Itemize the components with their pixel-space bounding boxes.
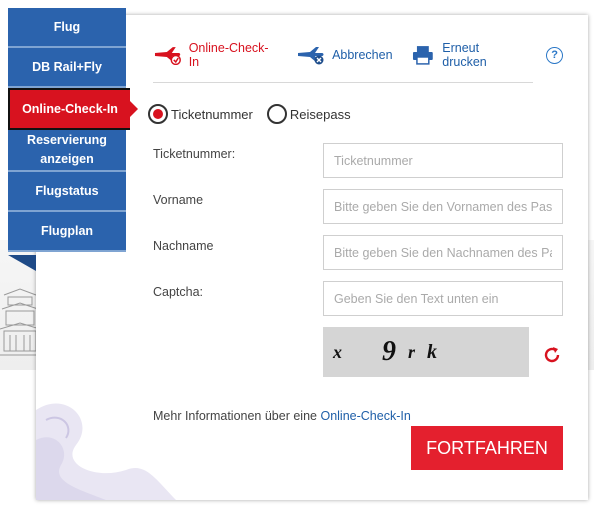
sidebar-item-db-rail-fly[interactable]: DB Rail+Fly: [8, 48, 126, 88]
radio-passport-label: Reisepass: [289, 106, 351, 122]
pagoda-illustration: [0, 288, 40, 356]
sidebar-item-online-checkin[interactable]: Online-Check-In: [8, 88, 138, 130]
ticketnumber-label: Ticketnummer:: [153, 147, 236, 161]
radio-ticketnumber-label: Ticketnummer: [171, 106, 253, 122]
continue-button[interactable]: FORTFAHREN: [411, 426, 563, 470]
radio-ticketnumber[interactable]: Ticketnummer: [148, 104, 253, 124]
sidebar: Flug DB Rail+Fly Online-Check-In Reservi…: [8, 8, 138, 252]
radio-unselected-indicator: [266, 104, 287, 124]
more-info-text: Mehr Informationen über eine Online-Chec…: [153, 409, 411, 423]
more-info-link[interactable]: Online-Check-In: [320, 409, 410, 423]
lastname-input[interactable]: [323, 235, 563, 270]
refresh-icon[interactable]: [542, 345, 562, 365]
tab-online-checkin[interactable]: Online-Check-In: [153, 41, 278, 69]
toolbar-divider: [153, 82, 533, 83]
checkin-label: Online-Check-In: [188, 41, 269, 69]
captcha-char: k: [427, 340, 438, 363]
tab-reprint[interactable]: Erneut drucken: [411, 41, 527, 69]
tab-cancel[interactable]: Abbrechen: [296, 45, 393, 65]
captcha-input[interactable]: [323, 281, 563, 316]
sidebar-item-flug[interactable]: Flug: [8, 8, 126, 48]
id-type-radio-group: Ticketnummer Reisepass: [148, 104, 365, 124]
wave-decoration: [36, 403, 176, 500]
firstname-input[interactable]: [323, 189, 563, 224]
firstname-label: Vorname: [153, 193, 204, 207]
reprint-label: Erneut drucken: [442, 41, 487, 69]
toolbar: Online-Check-In Abbrechen Erneut drucken…: [153, 41, 563, 69]
captcha-char: r: [408, 341, 416, 362]
cancel-label: Abbrechen: [332, 48, 393, 62]
help-icon[interactable]: ?: [546, 46, 563, 64]
more-info-prefix: Mehr Informationen über eine: [153, 409, 321, 423]
ticketnumber-input[interactable]: [323, 143, 563, 178]
sidebar-item-reservierung[interactable]: Reservierung anzeigen: [8, 130, 126, 172]
printer-icon: [412, 46, 433, 65]
captcha-image: x 9 r k: [323, 327, 529, 377]
captcha-char: x: [333, 341, 342, 362]
plane-checkin-icon: [154, 47, 181, 65]
radio-selected-indicator: [148, 104, 168, 124]
lastname-label: Nachname: [153, 239, 214, 253]
plane-cancel-icon: [298, 47, 324, 65]
captcha-char: 9: [382, 336, 396, 367]
sidebar-fold: [8, 255, 36, 271]
sidebar-item-flugstatus[interactable]: Flugstatus: [8, 172, 126, 212]
sidebar-item-flugplan[interactable]: Flugplan: [8, 212, 126, 252]
radio-passport[interactable]: Reisepass: [266, 104, 351, 124]
captcha-label: Captcha:: [153, 285, 204, 299]
